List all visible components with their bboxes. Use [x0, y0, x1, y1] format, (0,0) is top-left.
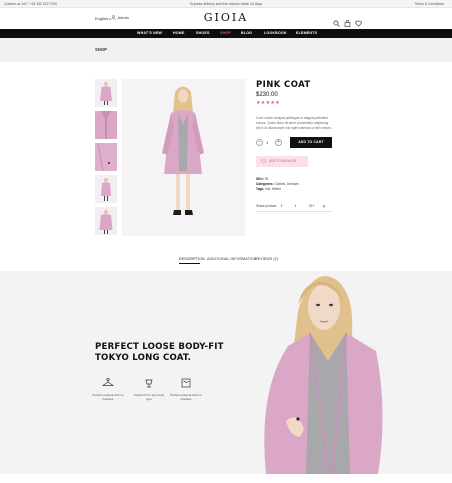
- feature-text: Perfect material with no wrinkles: [170, 393, 202, 402]
- quantity-decrease-button[interactable]: −: [256, 139, 263, 146]
- product-thumbnail[interactable]: [95, 111, 117, 139]
- site-header: English▾ Admin GIOIA: [0, 8, 452, 29]
- categories-row: Categories: Clothes, Dresses: [256, 182, 299, 186]
- product-title: PINK COAT: [256, 80, 311, 90]
- feature-text: Perfect fit for any body type: [133, 393, 164, 402]
- thumbnail-image: [100, 81, 112, 105]
- product-thumbnail[interactable]: [95, 79, 117, 107]
- promo-text: Express delivery and free returns within…: [189, 2, 263, 6]
- add-to-cart-button[interactable]: ADD TO CART: [290, 137, 332, 148]
- nav-item-home[interactable]: HOME: [173, 29, 185, 38]
- thumbnail-image: [95, 143, 117, 171]
- hanger-icon: [101, 376, 115, 388]
- heart-icon: [261, 159, 266, 164]
- active-tab-indicator: [179, 263, 200, 264]
- product-price: $230.00: [256, 92, 278, 98]
- tab-description[interactable]: DESCRIPTION: [179, 257, 205, 261]
- sku-label: SKU:: [256, 177, 264, 181]
- add-to-wishlist-button[interactable]: ADD TO WISHLIST: [256, 156, 308, 167]
- wash-icon: [180, 376, 192, 388]
- banner-title-line: PERFECT LOOSE BODY-FIT: [95, 342, 224, 352]
- categories-value[interactable]: Clothes, Dresses: [274, 182, 298, 186]
- nav-item-whats-new[interactable]: WHAT'S NEW: [137, 29, 162, 38]
- product-thumbnail[interactable]: [95, 207, 117, 235]
- nav-item-elements[interactable]: ELEMENTS: [296, 29, 317, 38]
- twitter-icon[interactable]: t: [295, 203, 296, 208]
- product-main-image[interactable]: [122, 79, 245, 236]
- site-logo[interactable]: GIOIA: [0, 11, 452, 24]
- tags-label: Tags:: [256, 187, 265, 191]
- thumbnail-image: [99, 209, 113, 234]
- quantity-increase-button[interactable]: +: [275, 139, 282, 146]
- product-thumbnail[interactable]: [95, 175, 117, 203]
- google-plus-icon[interactable]: G+: [309, 203, 314, 208]
- tab-additional-information[interactable]: ADDITIONAL INFORMATION: [207, 257, 257, 261]
- nav-item-shop[interactable]: SHOP: [220, 29, 231, 38]
- heart-icon[interactable]: [355, 14, 362, 27]
- tags-row: Tags: Hat, Winter: [256, 187, 281, 191]
- header-icons: [333, 14, 362, 27]
- thumbnail-image: [101, 178, 111, 201]
- iron-icon: [143, 376, 155, 388]
- nav-item-blog[interactable]: BLOG: [241, 29, 252, 38]
- nav-item-lookbook[interactable]: LOOKBOOK: [264, 29, 287, 38]
- tags-value[interactable]: Hat, Winter: [265, 187, 281, 191]
- share-label: Share product:: [256, 204, 277, 208]
- pinterest-icon[interactable]: p: [323, 203, 325, 208]
- breadcrumb[interactable]: SHOP: [95, 47, 107, 52]
- sku-row: SKU: 09: [256, 177, 268, 181]
- divider: [256, 211, 332, 212]
- feature-banner: PERFECT LOOSE BODY-FIT TOKYO LONG COAT. …: [0, 271, 452, 474]
- sku-value: 09: [264, 177, 269, 181]
- page-header-band: SHOP: [0, 38, 452, 62]
- wishlist-label: ADD TO WISHLIST: [269, 159, 297, 163]
- banner-model-image: [264, 276, 383, 474]
- model-image: [162, 86, 204, 215]
- feature-text: Perfect material with no wrinkles: [92, 393, 124, 402]
- product-description: Cosh cursio volutpat pellesque et magna …: [256, 116, 332, 130]
- categories-label: Categories:: [256, 182, 274, 186]
- rating-stars[interactable]: ★★★★★: [256, 100, 280, 106]
- product-thumbnail[interactable]: [95, 143, 117, 171]
- main-nav: WHAT'S NEW HOME SHOES SHOP BLOG LOOKBOOK…: [0, 29, 452, 38]
- banner-title: PERFECT LOOSE BODY-FIT TOKYO LONG COAT.: [95, 342, 224, 364]
- facebook-icon[interactable]: f: [281, 203, 282, 208]
- search-icon[interactable]: [333, 14, 340, 27]
- quantity-input[interactable]: 1: [266, 140, 268, 145]
- terms-link[interactable]: Terms & Conditions: [415, 0, 444, 8]
- tab-reviews[interactable]: REVIEWS (2): [255, 257, 278, 261]
- thumbnail-image: [95, 111, 117, 139]
- nav-item-shoes[interactable]: SHOES: [196, 29, 210, 38]
- top-bar: Contact us 24/7: +44 200 022 3700 Expres…: [0, 0, 452, 8]
- bag-icon[interactable]: [344, 14, 351, 27]
- banner-title-line: TOKYO LONG COAT.: [95, 353, 192, 363]
